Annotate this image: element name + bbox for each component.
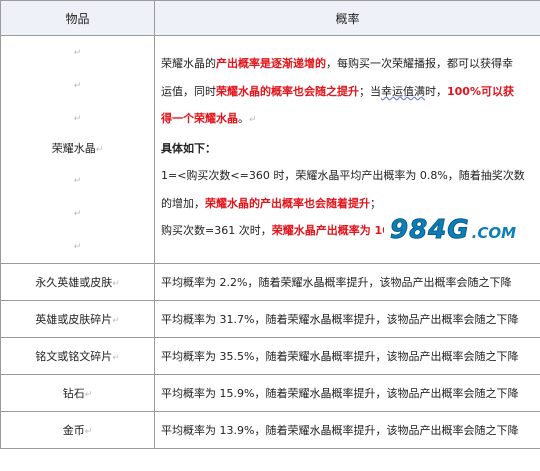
item-rate: 平均概率为 15.9%，随着荣耀水晶概率提升，该物品产出概率会随之下降 <box>154 374 540 412</box>
crystal-description: 荣耀水晶的产出概率是逐渐递增的，每购买一次荣耀播报，都可以获得幸 运值，同时荣耀… <box>154 35 540 264</box>
item-name: 英雄或皮肤碎片↵ <box>0 300 155 338</box>
paragraph-mark: ↵ <box>73 242 82 252</box>
paragraph-mark: ↵ <box>73 81 82 91</box>
table-row: 铭文或铭文碎片↵ 平均概率为 35.5%，随着荣耀水晶概率提升，该物品产出概率会… <box>0 337 540 375</box>
header-rate: 概率 <box>154 0 540 36</box>
item-rate: 平均概率为 35.5%，随着荣耀水晶概率提升，该物品产出概率会随之下降 <box>154 337 540 375</box>
paragraph-mark: ↵ <box>73 48 82 58</box>
crystal-name-cell: ↵ ↵ ↵ 荣耀水晶↵ ↵ ↵ ↵ <box>0 35 155 264</box>
item-name: 金币↵ <box>0 411 155 449</box>
paragraph-mark: ↵ <box>73 114 82 124</box>
table-row-crystal: ↵ ↵ ↵ 荣耀水晶↵ ↵ ↵ ↵ 荣耀水晶的产出概率是逐渐递增的，每购买一次荣… <box>0 35 540 264</box>
table-row: 英雄或皮肤碎片↵ 平均概率为 31.7%，随着荣耀水晶概率提升，该物品产出概率会… <box>0 300 540 338</box>
header-item: 物品 <box>0 0 155 36</box>
probability-table: 物品 概率 ↵ ↵ ↵ 荣耀水晶↵ ↵ ↵ ↵ 荣耀水晶的产出概率是逐渐递增的，… <box>0 0 540 449</box>
crystal-paragraph-5: 购买次数=361 次时，荣耀水晶产出概率为 100%。↵ <box>161 224 428 238</box>
item-rate: 平均概率为 2.2%，随着荣耀水晶概率提升，该物品产出概率会随之下降 <box>154 263 540 301</box>
table-header-row: 物品 概率 <box>0 0 540 36</box>
table-row: 永久英雄或皮肤↵ 平均概率为 2.2%，随着荣耀水晶概率提升，该物品产出概率会随… <box>0 263 540 301</box>
crystal-paragraph-3: 1=<购买次数<=360 时，荣耀水晶平均产出概率为 0.8%，随着抽奖次数 <box>161 169 525 183</box>
item-name: 永久英雄或皮肤↵ <box>0 263 155 301</box>
item-name: 铭文或铭文碎片↵ <box>0 337 155 375</box>
document: 物品 概率 ↵ ↵ ↵ 荣耀水晶↵ ↵ ↵ ↵ 荣耀水晶的产出概率是逐渐递增的，… <box>0 0 540 471</box>
item-name: 钻石↵ <box>0 374 155 412</box>
crystal-details-heading: 具体如下： <box>161 141 216 155</box>
crystal-paragraph-4: 的增加，荣耀水晶的产出概率也会随着提升； <box>161 196 381 210</box>
paragraph-mark: ↵ <box>73 176 82 186</box>
table-row: 金币↵ 平均概率为 13.9%，随着荣耀水晶概率提升，该物品产出概率会随之下降 <box>0 411 540 449</box>
paragraph-mark: ↵ <box>73 209 82 219</box>
table-row: 钻石↵ 平均概率为 15.9%，随着荣耀水晶概率提升，该物品产出概率会随之下降 <box>0 374 540 412</box>
item-rate: 平均概率为 13.9%，随着荣耀水晶概率提升，该物品产出概率会随之下降 <box>154 411 540 449</box>
crystal-name: 荣耀水晶↵ <box>51 142 104 155</box>
item-rate: 平均概率为 31.7%，随着荣耀水晶概率提升，该物品产出概率会随之下降 <box>154 300 540 338</box>
crystal-paragraph-1: 荣耀水晶的产出概率是逐渐递增的，每购买一次荣耀播报，都可以获得幸 运值，同时荣耀… <box>161 57 514 126</box>
